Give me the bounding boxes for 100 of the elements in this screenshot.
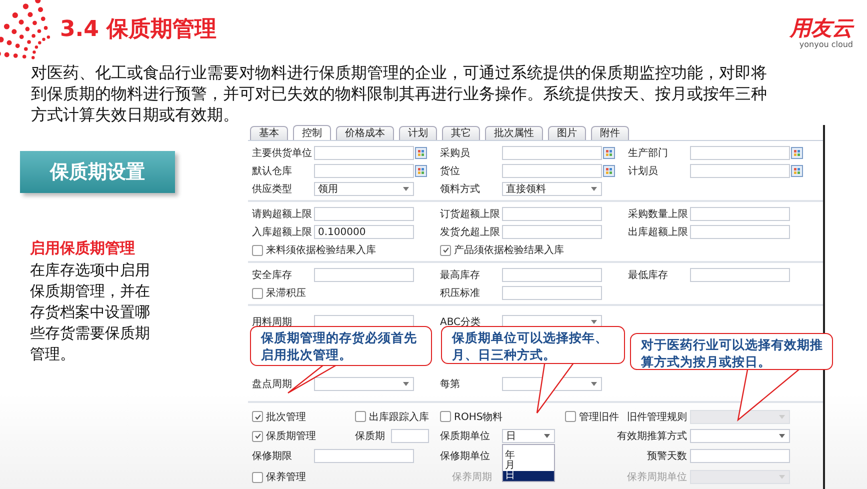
- input-field[interactable]: [314, 449, 414, 463]
- checkbox[interactable]: [252, 288, 263, 298]
- field-label: 默认仓库: [252, 164, 293, 178]
- lookup-icon[interactable]: [603, 165, 615, 177]
- tab[interactable]: 其它: [442, 126, 480, 140]
- caret-icon[interactable]: [779, 434, 785, 438]
- dropdown-field[interactable]: [314, 376, 414, 390]
- field-label: 每第: [440, 378, 461, 390]
- field-label: 主要供货单位: [252, 146, 313, 160]
- field-label: 入库超额上限: [252, 226, 313, 239]
- input-field[interactable]: [502, 225, 602, 239]
- tab[interactable]: 批次属性: [485, 126, 543, 140]
- input-field[interactable]: [690, 225, 790, 239]
- checkbox-label: 呆滞积压: [266, 286, 306, 300]
- checkbox[interactable]: [252, 244, 263, 256]
- input-field[interactable]: 0.100000: [314, 225, 414, 239]
- note-heading: 启用保质期管理: [30, 239, 136, 258]
- checkbox[interactable]: [252, 472, 263, 482]
- input-field[interactable]: [314, 164, 414, 178]
- field-label: 最高库存: [440, 268, 481, 282]
- field-label: 发货允超上限: [440, 226, 501, 239]
- checkbox-label: 批次管理: [266, 410, 306, 424]
- dropdown-field[interactable]: [690, 429, 790, 443]
- field-label: 积压标准: [440, 286, 481, 300]
- field-label: 采购员: [440, 146, 471, 160]
- input-field[interactable]: [502, 146, 602, 160]
- input-field[interactable]: [314, 207, 414, 221]
- lookup-icon[interactable]: [415, 165, 427, 177]
- checkbox[interactable]: [565, 411, 576, 422]
- field-label: 用料周期: [252, 316, 293, 328]
- caret-icon[interactable]: [403, 382, 409, 386]
- field-label: 保修期单位: [440, 450, 491, 463]
- input-field[interactable]: [314, 146, 414, 160]
- input-field[interactable]: [690, 207, 790, 221]
- field-label: 计划员: [628, 164, 659, 178]
- checkbox-label: ROHS物料: [454, 410, 503, 424]
- field-label: 货位: [440, 165, 461, 178]
- caret-icon[interactable]: [591, 187, 597, 191]
- dropdown-field[interactable]: 日: [502, 429, 555, 443]
- caret-icon[interactable]: [403, 187, 409, 191]
- lookup-icon[interactable]: [791, 147, 803, 159]
- input-field[interactable]: [690, 268, 790, 282]
- tab[interactable]: 控制: [293, 125, 331, 140]
- field-label: 生产部门: [628, 146, 669, 160]
- checkbox-label: 管理旧件: [579, 410, 619, 424]
- checkbox[interactable]: [440, 411, 451, 422]
- field-label: 请购超额上限: [252, 208, 313, 221]
- checkbox-label: 来料须依据检验结果入库: [266, 244, 376, 257]
- field-label: 有效期推算方式: [617, 430, 687, 443]
- field-label: 保质期: [355, 430, 386, 443]
- field-label: 领料方式: [440, 182, 481, 196]
- input-field[interactable]: [502, 164, 602, 178]
- tab[interactable]: 价格成本: [336, 126, 394, 140]
- checkbox[interactable]: [355, 411, 366, 422]
- input-field[interactable]: [690, 164, 790, 178]
- tab[interactable]: 附件: [591, 126, 629, 140]
- checkbox-label: 出库跟踪入库: [369, 410, 429, 424]
- input-field[interactable]: [314, 268, 414, 282]
- field-label: 保养周期: [452, 470, 492, 484]
- field-label: 供应类型: [252, 182, 293, 196]
- intro-paragraph: 对医药、化工或食品行业需要对物料进行保质期管理的企业，可通过系统提供的保质期监控功能，对即将到保质期的物料进行预警，并可对已失效的物料限制其再进行业务操作。系统提供按天、按月或按年三种方式计算失效日期或有效期。: [31, 62, 768, 125]
- checkbox[interactable]: [440, 244, 451, 256]
- dropdown-option[interactable]: 年: [503, 451, 554, 461]
- input-field[interactable]: [502, 286, 602, 300]
- field-label: 最低库存: [628, 268, 669, 282]
- tab[interactable]: 基本: [250, 126, 288, 140]
- input-field[interactable]: [391, 429, 429, 443]
- lookup-icon[interactable]: [603, 147, 615, 159]
- checkbox-label: 保养管理: [266, 470, 306, 484]
- field-label: ABC分类: [440, 316, 482, 328]
- field-label: 保养周期单位: [627, 470, 687, 484]
- caret-icon[interactable]: [591, 382, 597, 386]
- logo-text: 用友云: [790, 16, 853, 40]
- dropdown-field[interactable]: 直接领料: [502, 182, 602, 196]
- tab[interactable]: 图片: [548, 126, 586, 140]
- field-label: 旧件管理规则: [627, 410, 687, 424]
- checkbox[interactable]: [252, 430, 263, 442]
- input-field[interactable]: [502, 207, 602, 221]
- checkbox[interactable]: [252, 411, 263, 422]
- caret-icon[interactable]: [544, 434, 550, 438]
- input-field[interactable]: [502, 268, 602, 282]
- dropdown-field[interactable]: 领用: [314, 182, 414, 196]
- dropdown-option[interactable]: 月: [503, 461, 554, 471]
- field-label: 出库超额上限: [628, 226, 689, 239]
- field-label: 保质期单位: [440, 430, 491, 443]
- field-label: 保修期限: [252, 450, 293, 463]
- note-text: 在库存选项中启用保质期管理，并在存货档案中设置哪些存货需要保质期管理。: [30, 260, 151, 365]
- field-label: 盘点周期: [252, 378, 293, 390]
- tab[interactable]: 计划: [399, 126, 437, 140]
- input-field[interactable]: [690, 449, 790, 463]
- lookup-icon[interactable]: [791, 165, 803, 177]
- checkbox-label: 产品须依据检验结果入库: [454, 244, 564, 257]
- caret-icon[interactable]: [591, 320, 597, 324]
- section-label: 保质期设置: [20, 151, 175, 193]
- checkbox-label: 保质期管理: [266, 430, 316, 443]
- input-field[interactable]: [690, 146, 790, 160]
- lookup-icon[interactable]: [415, 147, 427, 159]
- field-label: 采购数量上限: [628, 208, 689, 221]
- field-label: 预警天数: [647, 450, 687, 463]
- field-label: 安全库存: [252, 268, 293, 282]
